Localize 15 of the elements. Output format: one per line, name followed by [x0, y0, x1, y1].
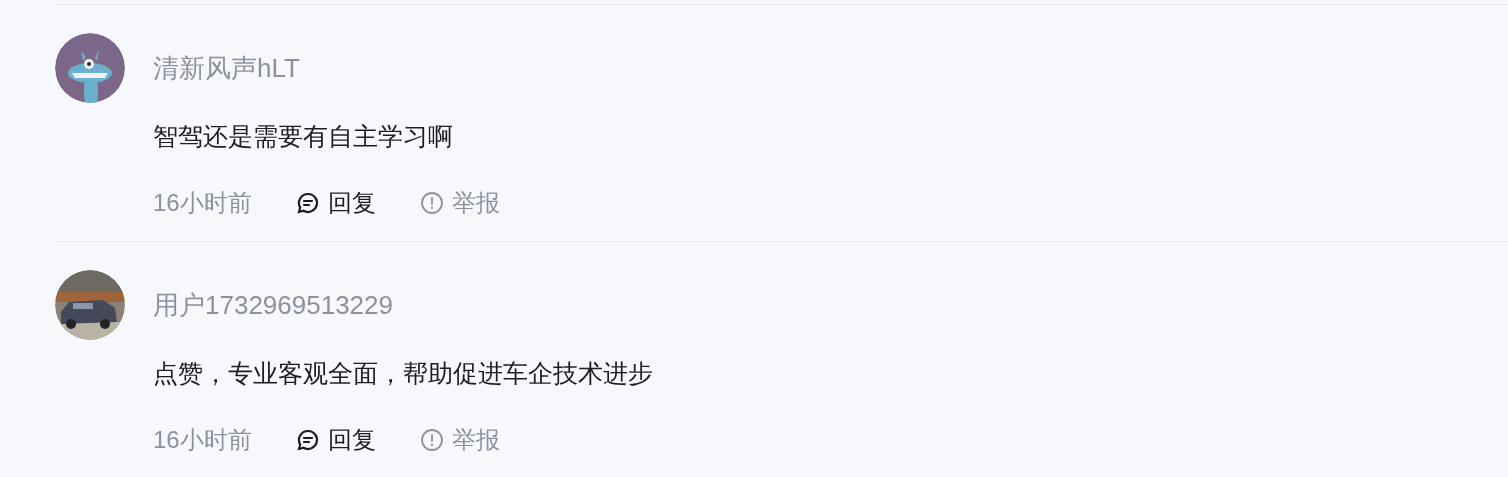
- author-name[interactable]: 用户1732969513229: [153, 270, 653, 340]
- avatar: [55, 33, 125, 103]
- speech-bubble-icon: [295, 191, 320, 215]
- alert-icon: [419, 428, 444, 452]
- report-button[interactable]: 举报: [419, 187, 500, 219]
- comment-text: 点赞，专业客观全面，帮助促进车企技术进步: [153, 358, 653, 389]
- reply-button[interactable]: 回复: [295, 187, 376, 219]
- report-button[interactable]: 举报: [419, 424, 500, 456]
- timestamp: 16小时前: [153, 188, 252, 218]
- alert-icon: [419, 191, 444, 215]
- comment-text: 智驾还是需要有自主学习啊: [153, 121, 454, 152]
- reply-button[interactable]: 回复: [295, 424, 376, 456]
- timestamp: 16小时前: [153, 425, 252, 455]
- author-name[interactable]: 清新风声hLT: [153, 33, 544, 103]
- speech-bubble-icon: [295, 428, 320, 452]
